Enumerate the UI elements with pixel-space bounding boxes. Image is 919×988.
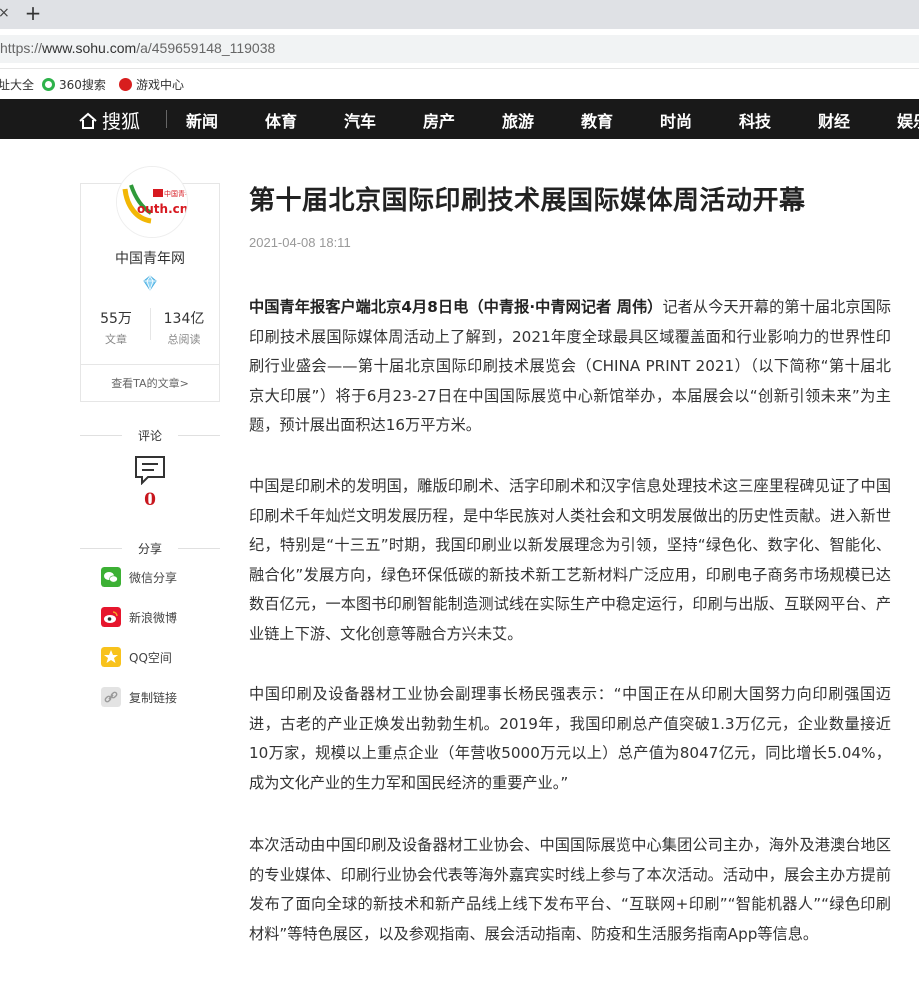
bookmark-item-games[interactable]: 游戏中心: [119, 76, 184, 93]
share-heading: 分享: [80, 540, 220, 558]
nav-item-house[interactable]: 房产: [423, 108, 455, 132]
articles-count: 55万: [100, 311, 132, 327]
nav-item-auto[interactable]: 汽车: [344, 108, 376, 132]
divider: [178, 435, 220, 436]
new-tab-button[interactable]: +: [22, 1, 44, 25]
qzone-star-icon: [101, 647, 121, 667]
nav-item-sports[interactable]: 体育: [265, 108, 297, 132]
share-wechat-label: 微信分享: [129, 571, 178, 585]
article-paragraph: 本次活动由中国印刷及设备器材工业协会、中国国际展览中心集团公司主办，海外及港澳台…: [249, 836, 891, 943]
author-name[interactable]: 中国青年网: [81, 248, 219, 268]
article-title: 第十届北京国际印刷技术展国际媒体周活动开幕: [249, 186, 806, 216]
article-paragraph: 中国印刷及设备器材工业协会副理事长杨民强表示：“中国正在从印刷大国努力向印刷强国…: [249, 685, 891, 792]
logo-wordmark: outh.cn: [137, 202, 188, 216]
nav-item-education[interactable]: 教育: [581, 108, 613, 132]
bookmarks-bar: 址大全 360搜索 游戏中心: [0, 69, 919, 99]
link-icon: [101, 687, 121, 707]
url-host: www.sohu.com: [42, 40, 137, 56]
copy-link-label: 复制链接: [129, 691, 178, 705]
home-icon: [79, 112, 97, 129]
bookmark-item-360search[interactable]: 360搜索: [42, 76, 106, 93]
nav-item-news[interactable]: 新闻: [186, 108, 218, 132]
share-qzone-label: QQ空间: [129, 651, 172, 665]
article-timestamp: 2021-04-08 18:11: [249, 235, 351, 250]
nav-divider: [166, 110, 167, 128]
nav-item-fashion[interactable]: 时尚: [660, 108, 692, 132]
article-paragraph-text: 记者从今天开幕的第十届北京国际印刷技术展国际媒体周活动上了解到，2021年度全球…: [249, 298, 891, 434]
comments-heading: 评论: [80, 427, 220, 445]
game-center-icon: [119, 78, 132, 91]
bookmark-label: 360搜索: [59, 78, 106, 92]
comment-count[interactable]: 0: [80, 490, 220, 510]
url-text: https://www.sohu.com/a/459659148_119038: [0, 40, 275, 56]
divider: [178, 548, 220, 549]
reads-count: 134亿: [163, 311, 205, 327]
url-input[interactable]: https://www.sohu.com/a/459659148_119038: [0, 35, 919, 63]
url-prefix: https://: [0, 40, 43, 56]
view-author-articles-link[interactable]: 查看TA的文章>: [81, 364, 219, 402]
article-paragraph: 中国青年报客户端北京4月8日电（中青报·中青网记者 周伟）记者从今天开幕的第十届…: [249, 293, 891, 441]
author-avatar[interactable]: 中国青年网 outh.cn: [116, 166, 188, 238]
article-lead: 中国青年报客户端北京4月8日电（中青报·中青网记者 周伟）: [249, 298, 663, 316]
logo-text: 搜狐: [102, 111, 141, 133]
verified-diamond-icon: [143, 275, 157, 291]
stat-reads: 134亿 总阅读: [154, 308, 214, 347]
weibo-icon: [101, 607, 121, 627]
browser-tab-bar: × +: [0, 0, 919, 29]
stat-divider: [150, 308, 151, 340]
author-card: 中国青年网 outh.cn 中国青年网 55万 文章 134亿 总阅读 查看TA…: [80, 166, 220, 402]
comment-icon[interactable]: [134, 455, 166, 485]
article-paragraph: 中国是印刷术的发明国，雕版印刷术、活字印刷术和汉字信息处理技术这三座里程碑见证了…: [249, 477, 891, 643]
nav-item-travel[interactable]: 旅游: [502, 108, 534, 132]
stat-articles: 55万 文章: [86, 308, 146, 347]
bookmark-label: 址大全: [0, 78, 35, 92]
reads-label: 总阅读: [167, 333, 201, 346]
logo-caption: 中国青年网: [164, 189, 188, 198]
search-360-icon: [42, 78, 55, 91]
url-path: /a/459659148_119038: [136, 40, 276, 56]
youth-cn-logo: 中国青年网 outh.cn: [117, 167, 188, 237]
nav-item-finance[interactable]: 财经: [818, 108, 850, 132]
articles-label: 文章: [105, 333, 127, 346]
address-bar: https://www.sohu.com/a/459659148_119038: [0, 29, 919, 69]
bookmark-item[interactable]: 址大全: [0, 76, 34, 93]
tab-close-icon[interactable]: ×: [0, 5, 10, 21]
sohu-logo[interactable]: 搜狐: [78, 107, 141, 133]
nav-item-entertainment[interactable]: 娱乐: [897, 108, 919, 132]
nav-item-tech[interactable]: 科技: [739, 108, 771, 132]
share-weibo-label: 新浪微博: [129, 611, 178, 625]
bookmark-label: 游戏中心: [136, 78, 185, 92]
wechat-icon: [101, 567, 121, 587]
site-nav: 搜狐 新闻 体育 汽车 房产 旅游 教育 时尚 科技 财经 娱乐: [0, 99, 919, 139]
